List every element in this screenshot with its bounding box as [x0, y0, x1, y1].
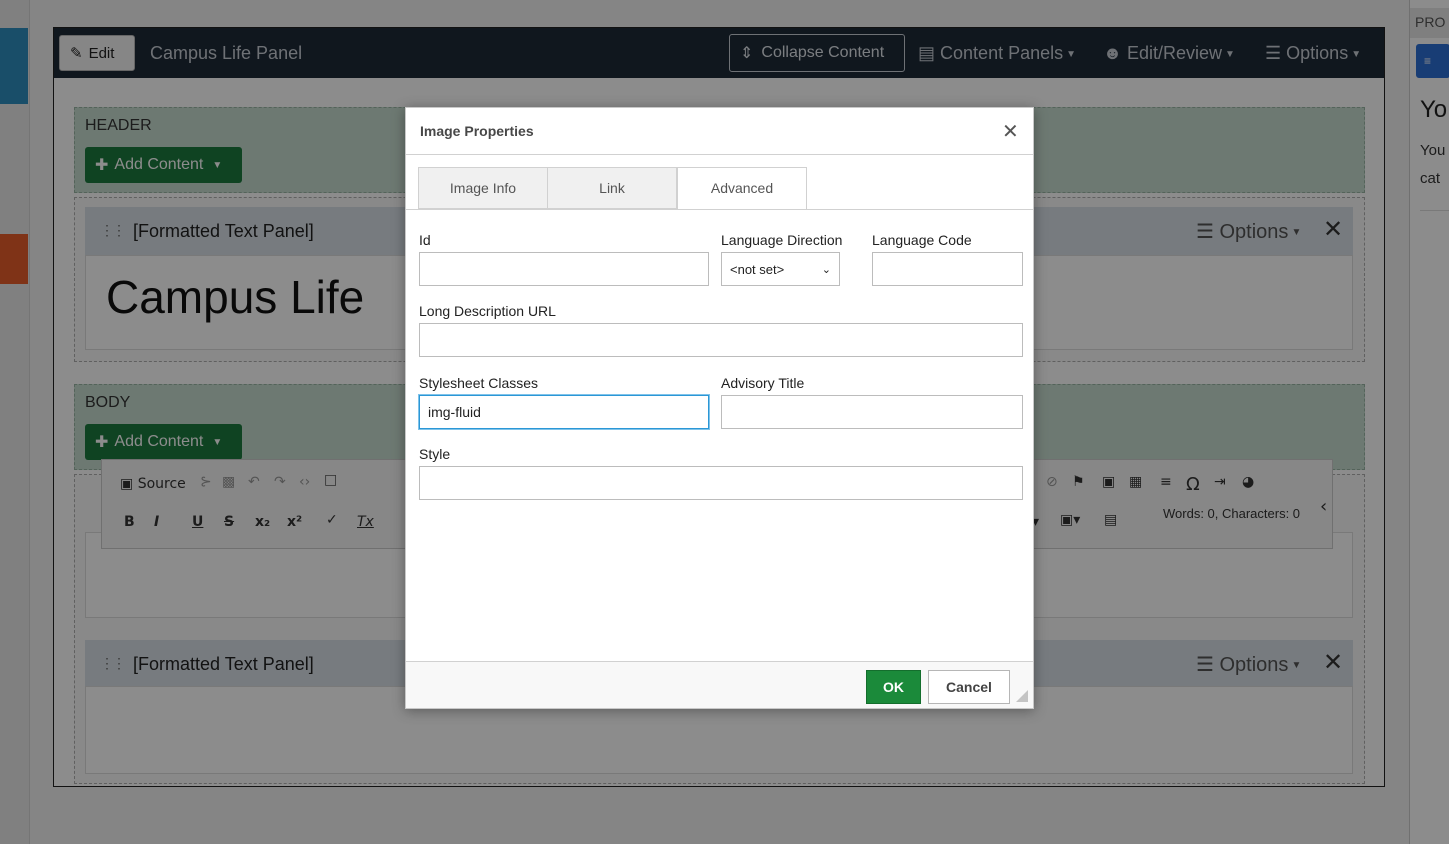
language-direction-select[interactable]: <not set> ⌄ — [721, 252, 840, 286]
language-code-field[interactable] — [872, 252, 1023, 286]
long-description-label: Long Description URL — [419, 303, 556, 319]
long-description-field[interactable] — [419, 323, 1023, 357]
resize-handle-icon[interactable] — [1016, 690, 1028, 702]
id-label: Id — [419, 232, 431, 248]
cancel-button[interactable]: Cancel — [928, 670, 1010, 704]
tab-link[interactable]: Link — [547, 167, 677, 209]
dialog-title: Image Properties — [420, 123, 534, 139]
tabs-divider — [406, 209, 1033, 210]
stylesheet-classes-label: Stylesheet Classes — [419, 375, 539, 391]
advisory-title-field[interactable] — [721, 395, 1023, 429]
tab-image-info[interactable]: Image Info — [418, 167, 548, 209]
language-code-label: Language Code — [872, 232, 972, 248]
style-field[interactable] — [419, 466, 1023, 500]
id-field[interactable] — [419, 252, 709, 286]
dialog-header: Image Properties ✕ — [406, 108, 1033, 155]
stylesheet-classes-field[interactable] — [419, 395, 709, 429]
style-label: Style — [419, 446, 451, 462]
image-properties-dialog: Image Properties ✕ Image Info Link Advan… — [405, 107, 1034, 709]
language-direction-label: Language Direction — [721, 232, 843, 248]
close-icon[interactable]: ✕ — [1002, 119, 1019, 144]
language-direction-value: <not set> — [730, 261, 785, 277]
chevron-down-icon: ⌄ — [821, 263, 831, 276]
tab-advanced[interactable]: Advanced — [677, 167, 807, 210]
advisory-title-label: Advisory Title — [721, 375, 805, 391]
ok-button[interactable]: OK — [866, 670, 921, 704]
dialog-footer: OK Cancel — [406, 661, 1033, 708]
